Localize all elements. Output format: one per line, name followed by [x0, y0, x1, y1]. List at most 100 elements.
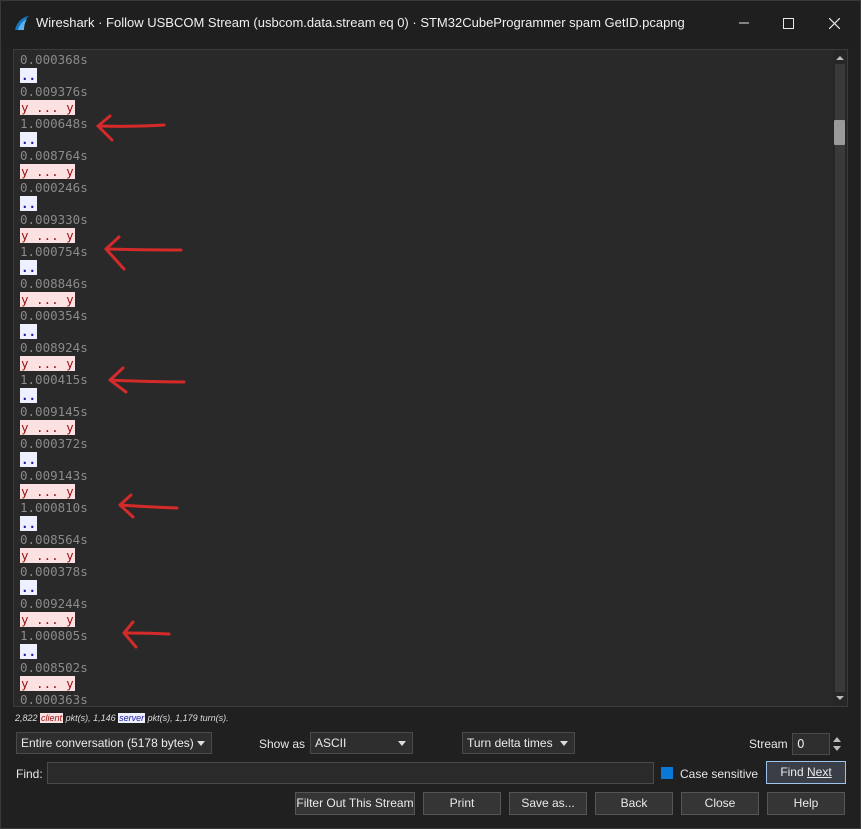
arrow-annotation-2 [104, 235, 183, 271]
chevron-down-icon [197, 741, 205, 746]
stream-line: .. [20, 132, 88, 148]
timestamp: 0.009244s [20, 596, 88, 611]
client-payload: y ... y [20, 420, 75, 435]
window-title: Wireshark · Follow USBCOM Stream (usbcom… [36, 15, 685, 30]
spin-up-icon[interactable] [833, 737, 841, 742]
stream-line: y ... y [20, 228, 88, 244]
scrollbar-thumb[interactable] [834, 120, 845, 145]
stream-line: 0.009145s [20, 404, 88, 420]
follow-stream-window: Wireshark · Follow USBCOM Stream (usbcom… [0, 0, 861, 829]
timestamp: 1.000810s [20, 500, 88, 515]
arrow-annotation-3 [108, 366, 186, 394]
timestamp: 0.000368s [20, 52, 88, 67]
stream-number-field[interactable]: 0 [792, 733, 830, 755]
find-next-label-u: Next [807, 765, 832, 779]
stream-line: .. [20, 68, 88, 84]
client-payload: y ... y [20, 356, 75, 371]
stream-line: 1.000754s [20, 244, 88, 260]
annotation-arrows [96, 114, 186, 649]
stream-line: 0.009330s [20, 212, 88, 228]
timestamp: 0.009330s [20, 212, 88, 227]
stream-line: .. [20, 388, 88, 404]
timestamp: 0.000354s [20, 308, 88, 323]
stream-line: .. [20, 516, 88, 532]
print-button[interactable]: Print [423, 792, 501, 815]
server-payload: .. [20, 324, 38, 339]
timestamp: 1.000805s [20, 628, 88, 643]
find-input[interactable] [47, 762, 654, 784]
client-payload: y ... y [20, 676, 75, 691]
scrollbar-track[interactable] [835, 64, 845, 692]
client-payload: y ... y [20, 100, 75, 115]
stream-line: .. [20, 580, 88, 596]
time-format-select[interactable]: Turn delta times [462, 732, 575, 754]
timestamp: 0.008764s [20, 148, 88, 163]
chevron-down-icon [398, 741, 406, 746]
filter-out-stream-button[interactable]: Filter Out This Stream [295, 792, 415, 815]
minimize-icon [739, 22, 749, 24]
stream-line: y ... y [20, 100, 88, 116]
stream-line: y ... y [20, 548, 88, 564]
stream-line: 1.000805s [20, 628, 88, 644]
timestamp: 0.000378s [20, 564, 88, 579]
time-format-select-value: Turn delta times [467, 736, 553, 750]
close-dialog-button[interactable]: Close [681, 792, 759, 815]
server-payload: .. [20, 580, 38, 595]
timestamp: 1.000648s [20, 116, 88, 131]
stream-line: 0.009143s [20, 468, 88, 484]
server-payload: .. [20, 196, 38, 211]
server-payload: .. [20, 516, 38, 531]
packet-stats: 2,822 client pkt(s), 1,146 server pkt(s)… [15, 713, 229, 723]
back-button[interactable]: Back [595, 792, 673, 815]
timestamp: 1.000754s [20, 244, 88, 259]
stream-label: Stream [749, 737, 788, 751]
stream-line: 0.000246s [20, 180, 88, 196]
case-sensitive-label: Case sensitive [680, 767, 759, 781]
stream-text-area[interactable]: 0.000368s.. 0.009376s y ... y 1.000648s.. 0.… [13, 49, 848, 707]
stream-line: 0.008564s [20, 532, 88, 548]
stream-line: 0.008502s [20, 660, 88, 676]
stream-line: y ... y [20, 676, 88, 692]
stream-line: y ... y [20, 484, 88, 500]
stream-line: 0.008924s [20, 340, 88, 356]
case-sensitive-checkbox[interactable] [661, 767, 673, 779]
server-payload: .. [20, 388, 38, 403]
stream-spin-buttons[interactable] [830, 733, 844, 755]
stream-line: 0.000378s [20, 564, 88, 580]
scroll-down-icon [836, 696, 844, 700]
spin-down-icon[interactable] [833, 746, 841, 751]
minimize-button[interactable] [721, 1, 767, 45]
timestamp: 0.000363s [20, 692, 88, 707]
stream-line: 1.000810s [20, 500, 88, 516]
stream-line: y ... y [20, 420, 88, 436]
timestamp: 0.008564s [20, 532, 88, 547]
stats-text-1: pkt(s), 1,146 [63, 713, 119, 723]
find-next-button[interactable]: Find Next [766, 761, 846, 784]
timestamp: 0.009143s [20, 468, 88, 483]
show-as-select[interactable]: ASCII [310, 732, 413, 754]
close-button[interactable] [811, 1, 857, 45]
stream-line: 0.008764s [20, 148, 88, 164]
scroll-up-icon [836, 56, 844, 60]
stream-line: 0.009244s [20, 596, 88, 612]
save-as-button[interactable]: Save as... [509, 792, 587, 815]
maximize-button[interactable] [765, 1, 811, 45]
stream-line: 0.000363s [20, 692, 88, 707]
chevron-down-icon [560, 741, 568, 746]
vertical-scrollbar[interactable] [833, 50, 847, 706]
server-tag: server [118, 713, 146, 723]
client-payload: y ... y [20, 164, 75, 179]
stream-line: .. [20, 644, 88, 660]
stream-number-value: 0 [797, 737, 805, 751]
timestamp: 0.009145s [20, 404, 88, 419]
client-tag: client [40, 713, 64, 723]
server-payload: .. [20, 452, 38, 467]
stream-line: .. [20, 324, 88, 340]
arrow-annotation-1 [96, 114, 166, 142]
server-payload: .. [20, 260, 38, 275]
server-payload: .. [20, 132, 38, 147]
find-next-label-pre: Find [780, 765, 807, 779]
stream-line: y ... y [20, 164, 88, 180]
help-button[interactable]: Help [767, 792, 845, 815]
conversation-select[interactable]: Entire conversation (5178 bytes) [16, 732, 212, 754]
